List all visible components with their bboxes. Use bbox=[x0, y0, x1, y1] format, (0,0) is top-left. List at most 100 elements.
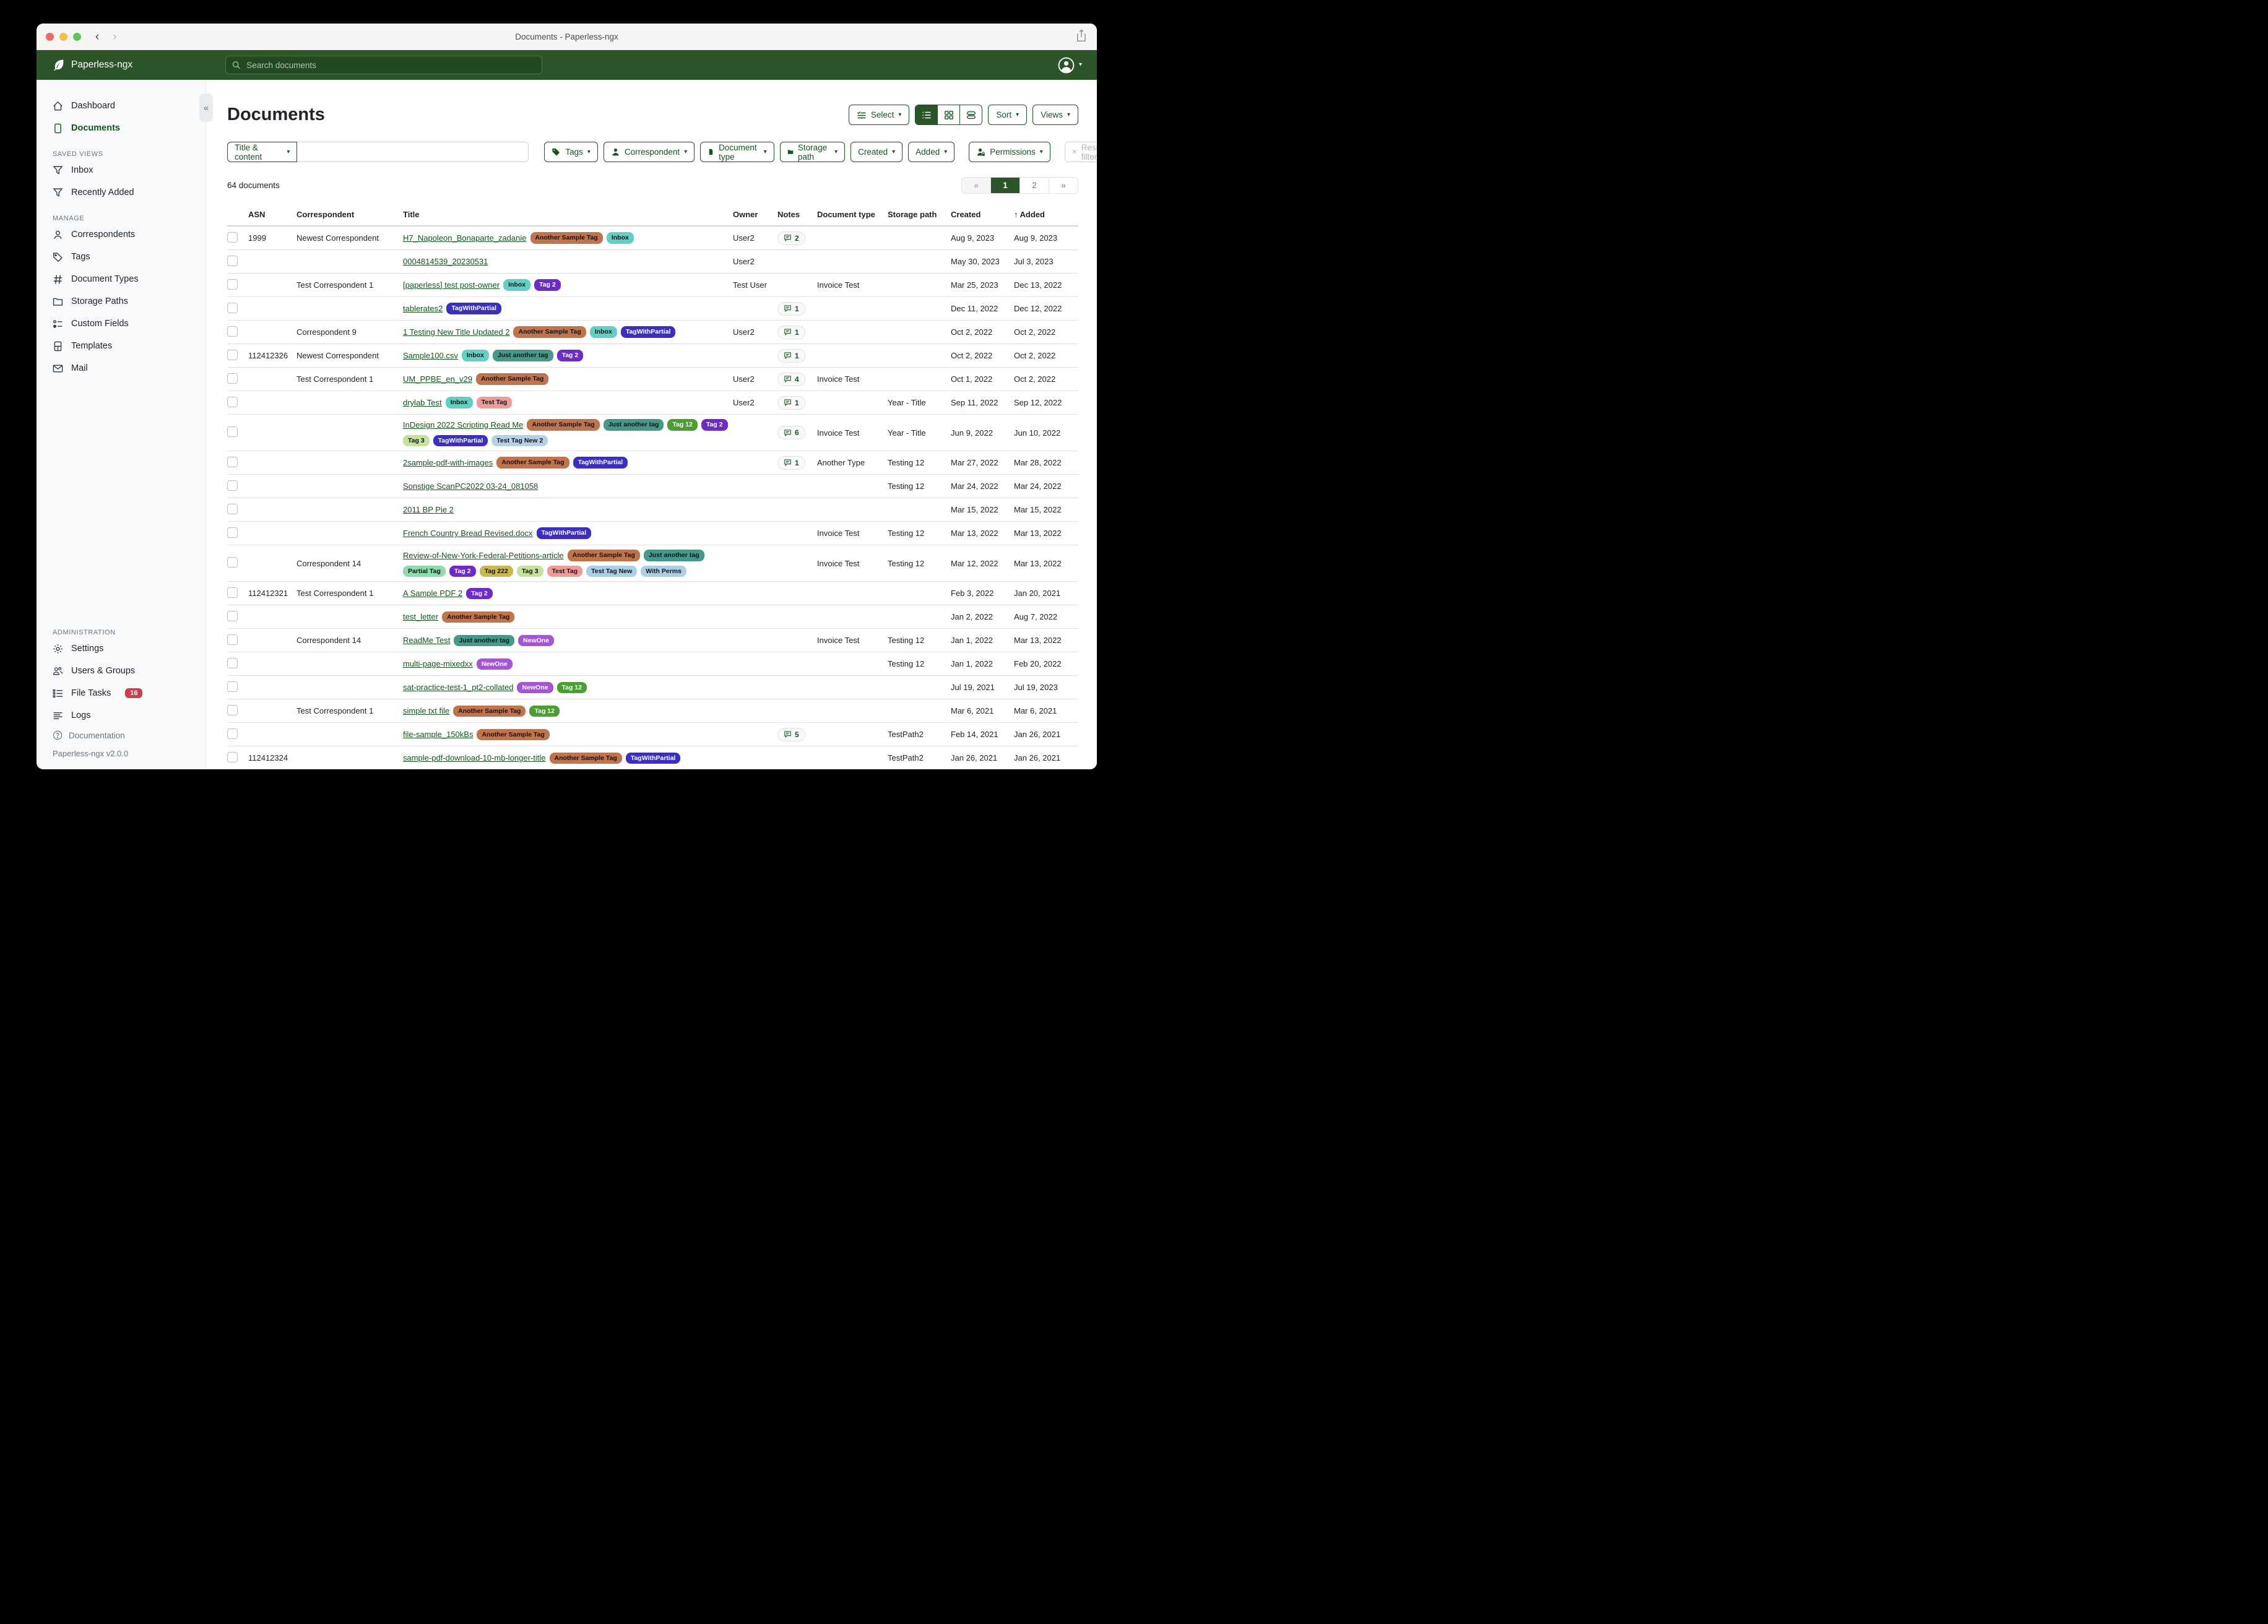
notes-badge[interactable]: 6 bbox=[777, 426, 805, 439]
tag-badge[interactable]: Tag 222 bbox=[480, 566, 513, 577]
tag-badge[interactable]: TagWithPartial bbox=[626, 753, 681, 764]
added-filter-button[interactable]: Added ▾ bbox=[908, 142, 954, 162]
forward-arrow-icon[interactable]: › bbox=[113, 31, 116, 43]
tag-badge[interactable]: Inbox bbox=[607, 232, 634, 244]
document-title-link[interactable]: drylab Test bbox=[403, 398, 442, 407]
correspondent-filter-button[interactable]: Correspondent ▾ bbox=[604, 142, 695, 162]
notes-badge[interactable]: 5 bbox=[777, 728, 805, 741]
row-checkbox[interactable] bbox=[227, 752, 238, 762]
row-checkbox[interactable] bbox=[227, 557, 238, 568]
tag-badge[interactable]: Tag 2 bbox=[466, 588, 493, 600]
sidebar-item-storage-paths[interactable]: Storage Paths bbox=[37, 290, 206, 313]
tag-badge[interactable]: Test Tag bbox=[477, 397, 513, 408]
document-title-link[interactable]: tablerates2 bbox=[403, 304, 443, 313]
notes-badge[interactable]: 1 bbox=[777, 349, 805, 363]
tag-badge[interactable]: Another Sample Tag bbox=[496, 457, 569, 469]
row-checkbox[interactable] bbox=[227, 232, 238, 243]
row-checkbox[interactable] bbox=[227, 256, 238, 266]
document-title-link[interactable]: 2011 BP Pie 2 bbox=[403, 505, 454, 514]
minimize-window-button[interactable] bbox=[59, 33, 67, 41]
pagination-prev-button[interactable]: « bbox=[962, 178, 991, 193]
tag-badge[interactable]: Another Sample Tag bbox=[513, 326, 586, 338]
sidebar-item-templates[interactable]: Templates bbox=[37, 335, 206, 357]
list-view-button[interactable] bbox=[915, 105, 938, 124]
tag-badge[interactable]: Inbox bbox=[446, 397, 473, 408]
row-checkbox[interactable] bbox=[227, 279, 238, 290]
document-title-link[interactable]: test_letter bbox=[403, 612, 438, 621]
column-header-storage-path[interactable]: Storage path bbox=[888, 210, 951, 219]
tag-badge[interactable]: Test Tag New bbox=[586, 566, 637, 577]
grid-view-button[interactable] bbox=[938, 105, 960, 124]
document-title-link[interactable]: sample-pdf-download-10-mb-longer-title bbox=[403, 753, 546, 762]
permissions-filter-button[interactable]: Permissions ▾ bbox=[969, 142, 1050, 162]
tag-badge[interactable]: Just another tag bbox=[644, 550, 704, 561]
tag-badge[interactable]: Tag 2 bbox=[534, 279, 561, 291]
document-title-link[interactable]: simple txt file bbox=[403, 706, 449, 715]
tag-badge[interactable]: Tag 2 bbox=[557, 350, 584, 361]
notes-badge[interactable]: 1 bbox=[777, 396, 805, 410]
column-header-owner[interactable]: Owner bbox=[733, 210, 777, 219]
tag-badge[interactable]: Tag 2 bbox=[701, 419, 728, 431]
tag-badge[interactable]: Test Tag bbox=[547, 566, 583, 577]
tag-badge[interactable]: TagWithPartial bbox=[573, 457, 628, 469]
share-icon[interactable] bbox=[1076, 29, 1087, 45]
row-checkbox[interactable] bbox=[227, 426, 238, 437]
column-header-added[interactable]: ↑Added bbox=[1014, 210, 1078, 219]
tag-badge[interactable]: NewOne bbox=[477, 659, 513, 670]
zoom-window-button[interactable] bbox=[73, 33, 81, 41]
tag-badge[interactable]: TagWithPartial bbox=[621, 326, 676, 338]
search-input[interactable] bbox=[245, 60, 535, 71]
row-checkbox[interactable] bbox=[227, 658, 238, 668]
tag-badge[interactable]: Partial Tag bbox=[403, 566, 446, 577]
tag-badge[interactable]: Tag 12 bbox=[557, 682, 587, 694]
detail-view-button[interactable] bbox=[960, 105, 982, 124]
notes-badge[interactable]: 2 bbox=[777, 231, 805, 245]
tag-badge[interactable]: Another Sample Tag bbox=[453, 706, 526, 717]
notes-badge[interactable]: 1 bbox=[777, 326, 805, 339]
storage-path-filter-button[interactable]: Storage path ▾ bbox=[780, 142, 845, 162]
row-checkbox[interactable] bbox=[227, 728, 238, 739]
sidebar-item-mail[interactable]: Mail bbox=[37, 357, 206, 379]
document-title-link[interactable]: Review-of-New-York-Federal-Petitions-art… bbox=[403, 551, 564, 560]
document-title-link[interactable]: multi-page-mixedxx bbox=[403, 659, 473, 668]
tag-badge[interactable]: Tag 3 bbox=[403, 435, 430, 447]
row-checkbox[interactable] bbox=[227, 303, 238, 313]
document-title-link[interactable]: 2sample-pdf-with-images bbox=[403, 458, 493, 467]
app-brand[interactable]: Paperless-ngx bbox=[37, 59, 225, 71]
tag-badge[interactable]: Tag 3 bbox=[517, 566, 543, 577]
document-title-link[interactable]: 0004814539_20230531 bbox=[403, 257, 488, 266]
pagination-page-1[interactable]: 1 bbox=[991, 178, 1020, 193]
select-button[interactable]: Select ▾ bbox=[849, 105, 910, 125]
sidebar-item-custom-fields[interactable]: Custom Fields bbox=[37, 313, 206, 335]
row-checkbox[interactable] bbox=[227, 634, 238, 645]
tag-badge[interactable]: Inbox bbox=[590, 326, 617, 338]
document-title-link[interactable]: ReadMe Test bbox=[403, 636, 450, 645]
tag-badge[interactable]: TagWithPartial bbox=[537, 527, 592, 539]
sort-button[interactable]: Sort ▾ bbox=[988, 105, 1027, 125]
column-header-notes[interactable]: Notes bbox=[777, 210, 817, 219]
document-title-link[interactable]: [paperless] test post-owner bbox=[403, 280, 500, 290]
document-title-link[interactable]: sat-practice-test-1_pt2-collated bbox=[403, 683, 513, 692]
tag-badge[interactable]: Another Sample Tag bbox=[442, 611, 514, 623]
row-checkbox[interactable] bbox=[227, 587, 238, 598]
document-title-link[interactable]: UM_PPBE_en_v29 bbox=[403, 374, 472, 384]
tags-filter-button[interactable]: Tags ▾ bbox=[544, 142, 598, 162]
sidebar-item-logs[interactable]: Logs bbox=[37, 704, 206, 727]
tag-badge[interactable]: Test Tag New 2 bbox=[491, 435, 548, 447]
notes-badge[interactable]: 1 bbox=[777, 302, 805, 316]
document-title-link[interactable]: file-sample_150kBs bbox=[403, 730, 473, 739]
tag-badge[interactable]: Another Sample Tag bbox=[550, 753, 622, 764]
row-checkbox[interactable] bbox=[227, 611, 238, 621]
document-title-link[interactable]: Sample100.csv bbox=[403, 351, 458, 360]
tag-badge[interactable]: Just another tag bbox=[454, 635, 514, 647]
tag-badge[interactable]: Another Sample Tag bbox=[527, 419, 599, 431]
tag-badge[interactable]: NewOne bbox=[518, 635, 554, 647]
tag-badge[interactable]: Another Sample Tag bbox=[568, 550, 640, 561]
sidebar-item-tags[interactable]: Tags bbox=[37, 246, 206, 268]
sidebar-item-users-groups[interactable]: Users & Groups bbox=[37, 660, 206, 682]
document-type-filter-button[interactable]: Document type ▾ bbox=[700, 142, 774, 162]
created-filter-button[interactable]: Created ▾ bbox=[850, 142, 902, 162]
collapse-sidebar-button[interactable]: « bbox=[199, 93, 213, 122]
title-content-filter-button[interactable]: Title & content ▾ bbox=[227, 142, 297, 162]
document-title-link[interactable]: A Sample PDF 2 bbox=[403, 589, 462, 598]
